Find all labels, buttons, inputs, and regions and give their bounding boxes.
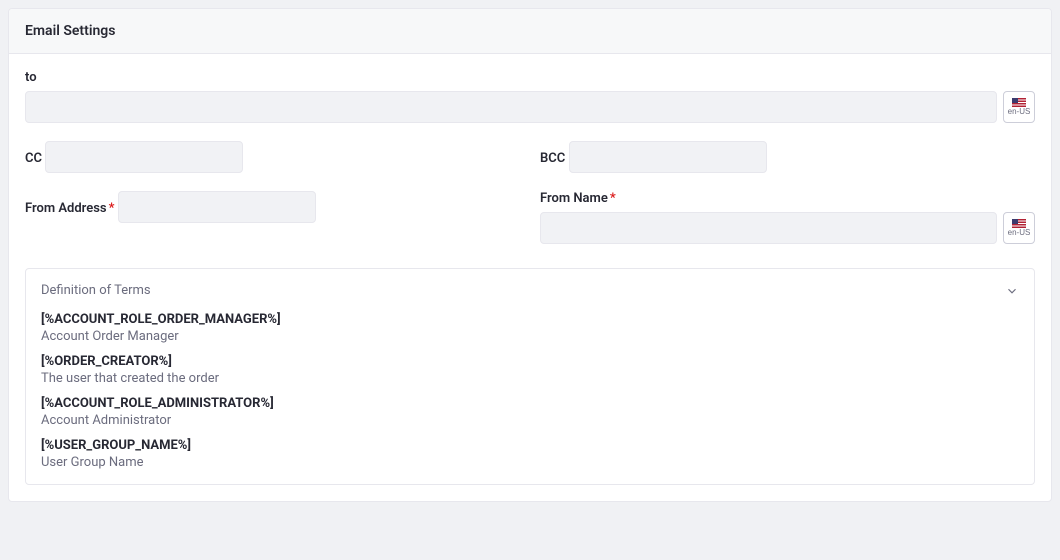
locale-button-to[interactable]: en-US (1003, 91, 1035, 123)
field-to: to en-US (25, 70, 1035, 123)
term-token: [%ORDER_CREATOR%] (41, 354, 1019, 369)
terms-title: Definition of Terms (41, 283, 151, 298)
from-name-input[interactable] (540, 212, 997, 244)
from-address-input[interactable] (118, 191, 316, 223)
chevron-down-icon (1005, 284, 1019, 298)
label-from-address: From Address* (25, 201, 114, 216)
term-desc: User Group Name (41, 455, 1019, 470)
cc-input[interactable] (45, 141, 243, 173)
definition-of-terms: Definition of Terms [%ACCOUNT_ROLE_ORDER… (25, 268, 1035, 485)
terms-list: [%ACCOUNT_ROLE_ORDER_MANAGER%] Account O… (41, 312, 1019, 470)
locale-code: en-US (1008, 229, 1031, 237)
required-asterisk: * (610, 191, 616, 206)
field-from-name: From Name* en-US (540, 191, 1035, 244)
term-token: [%USER_GROUP_NAME%] (41, 438, 1019, 453)
locale-code: en-US (1008, 108, 1031, 116)
terms-toggle[interactable]: Definition of Terms (41, 283, 1019, 298)
panel-title: Email Settings (9, 9, 1051, 54)
term-item: [%ACCOUNT_ROLE_ORDER_MANAGER%] Account O… (41, 312, 1019, 344)
panel-body: to en-US CC BCC Fr (9, 54, 1051, 501)
required-asterisk: * (109, 201, 115, 216)
flag-us-icon (1012, 98, 1026, 107)
email-settings-panel: Email Settings to en-US CC BCC (8, 8, 1052, 502)
field-bcc: BCC (540, 141, 1035, 173)
label-bcc: BCC (540, 151, 565, 166)
field-from-address: From Address* (25, 191, 520, 244)
term-item: [%ACCOUNT_ROLE_ADMINISTRATOR%] Account A… (41, 396, 1019, 428)
term-desc: Account Order Manager (41, 329, 1019, 344)
label-cc: CC (25, 151, 42, 166)
term-token: [%ACCOUNT_ROLE_ADMINISTRATOR%] (41, 396, 1019, 411)
term-token: [%ACCOUNT_ROLE_ORDER_MANAGER%] (41, 312, 1019, 327)
term-item: [%USER_GROUP_NAME%] User Group Name (41, 438, 1019, 470)
term-desc: Account Administrator (41, 413, 1019, 428)
term-desc: The user that created the order (41, 371, 1019, 386)
label-from-name: From Name* (540, 191, 616, 206)
term-item: [%ORDER_CREATOR%] The user that created … (41, 354, 1019, 386)
to-input[interactable] (25, 91, 997, 123)
label-to: to (25, 70, 37, 85)
flag-us-icon (1012, 219, 1026, 228)
bcc-input[interactable] (569, 141, 767, 173)
locale-button-from-name[interactable]: en-US (1003, 212, 1035, 244)
field-cc: CC (25, 141, 520, 173)
